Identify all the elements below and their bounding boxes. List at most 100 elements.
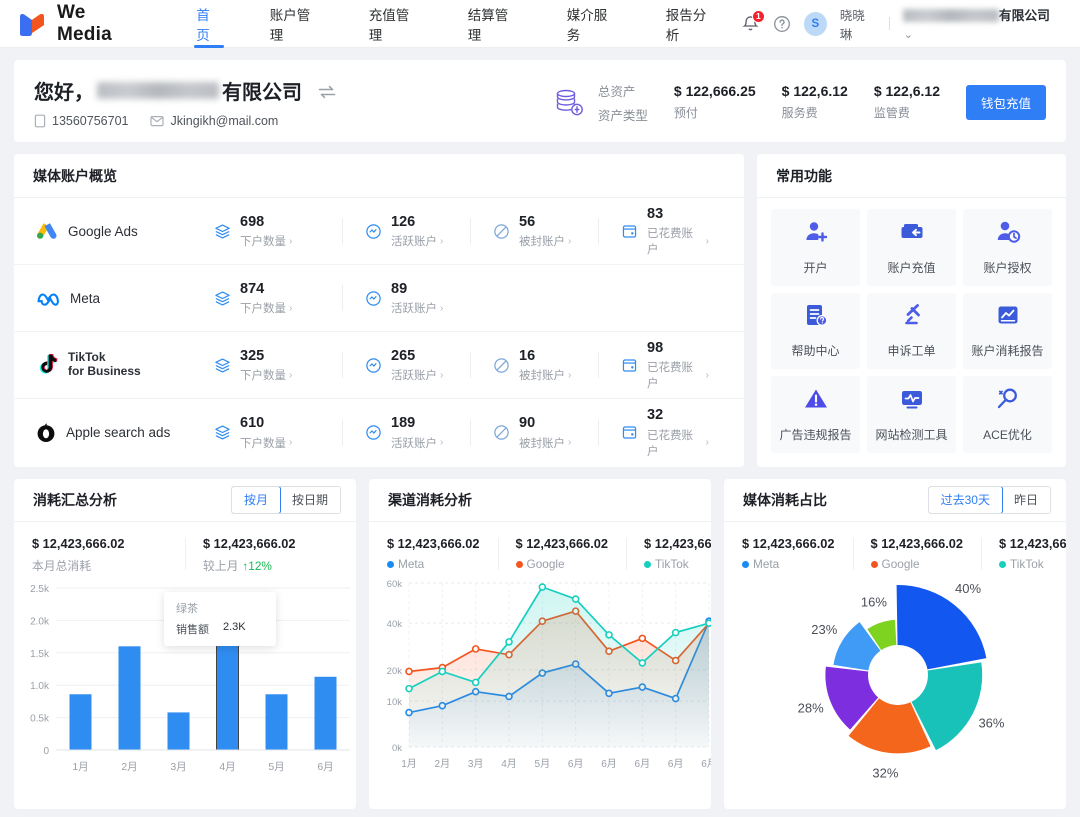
func-open-account[interactable]: 开户	[771, 209, 860, 286]
stat-sub-accounts[interactable]: 698 下户数量 ›	[214, 213, 342, 249]
stat-value: 56	[519, 213, 536, 230]
consumption-period-toggle: 按月 按日期	[230, 485, 341, 515]
svg-text:6月: 6月	[601, 758, 617, 770]
func-account-recharge[interactable]: 账户充值	[867, 209, 956, 286]
stat-active-accounts[interactable]: 126 活跃账户 ›	[342, 213, 470, 249]
greeting-company-suffix: 有限公司	[222, 82, 302, 104]
func-account-authorization[interactable]: 账户授权	[963, 209, 1052, 286]
brand-logo-area[interactable]: We Media	[18, 2, 142, 46]
stat-label: 被封账户 ›	[519, 235, 572, 249]
stat-sub-accounts[interactable]: 610 下户数量 ›	[214, 414, 342, 450]
func-label: 开户	[803, 260, 828, 275]
stat-spent-accounts[interactable]: 32 已花费账户 ›	[598, 406, 726, 458]
func-appeal-ticket[interactable]: 申诉工单	[867, 292, 956, 370]
func-ace-optimization[interactable]: ACE优化	[963, 376, 1052, 453]
func-label: 网站检测工具	[875, 428, 948, 443]
table-row: TikTok for Business 325 下户数量 › 265 活跃账户 …	[14, 332, 744, 399]
nav-tab-report-analysis[interactable]: 报告分析	[642, 0, 741, 48]
func-account-spend-report[interactable]: 账户消耗报告	[963, 292, 1052, 370]
svg-text:0: 0	[43, 746, 49, 757]
chevron-right-icon: ›	[705, 235, 709, 247]
svg-text:40k: 40k	[387, 619, 403, 630]
magnifier-spark-icon	[995, 386, 1021, 417]
stat-banned-accounts[interactable]: 90 被封账户 ›	[470, 414, 598, 450]
seg-yesterday[interactable]: 昨日	[1001, 486, 1050, 514]
media-share-card: 媒体消耗占比 过去30天 昨日 $ 12,423,666.02 Meta $ 1…	[724, 479, 1066, 809]
layers-icon	[214, 290, 231, 307]
media-share-header: 媒体消耗占比 过去30天 昨日	[724, 479, 1066, 522]
stat-banned-accounts[interactable]: 56 被封账户 ›	[470, 213, 598, 249]
kpi-label: Google	[515, 557, 609, 571]
kpi-label: TikTok	[644, 557, 711, 571]
kpi-label: TikTok	[999, 557, 1066, 571]
func-help-center[interactable]: 帮助中心	[771, 292, 860, 370]
nav-right-area: 1 S 晓晓琳 ██████有限公司 ⌄	[741, 5, 1062, 43]
nav-tab-recharge-management[interactable]: 充值管理	[345, 0, 444, 48]
stat-active-accounts[interactable]: 265 活跃账户 ›	[342, 347, 470, 383]
kpi-value: $ 12,423,666.02	[742, 536, 835, 551]
stat-sub-accounts[interactable]: 874 下户数量 ›	[214, 280, 342, 316]
activity-icon	[365, 290, 382, 307]
chevron-right-icon: ›	[705, 437, 709, 449]
notification-bell-button[interactable]: 1	[741, 9, 765, 34]
svg-text:36%: 36%	[978, 715, 1004, 730]
nav-tab-home[interactable]: 首页	[172, 0, 246, 48]
stat-label: 已花费账户 ›	[647, 362, 709, 391]
media-brand-label: Meta	[70, 290, 101, 306]
media-share-rose-chart[interactable]: 40% 36% 32% 28% 23% 16%	[724, 575, 1066, 809]
switch-company-icon[interactable]	[317, 83, 337, 99]
media-stats-meta: 874 下户数量 › 89 活跃账户 ›	[214, 280, 726, 316]
func-ad-violation-report[interactable]: 广告违规报告	[771, 376, 860, 453]
legend-dot-meta	[742, 560, 749, 568]
email-address: Jkingikh@mail.com	[170, 114, 279, 128]
media-rows-scroll-area[interactable]: Google Ads 698 下户数量 › 126 活跃账户 › 56 被封账户…	[14, 198, 744, 467]
svg-text:23%: 23%	[811, 622, 837, 637]
seg-by-month[interactable]: 按月	[231, 486, 281, 514]
media-brand-label: Apple search ads	[66, 425, 171, 440]
legend-dot-tiktok	[644, 560, 652, 568]
stat-active-accounts[interactable]: 89 活跃账户 ›	[342, 280, 470, 316]
stat-banned-accounts[interactable]: 16 被封账户 ›	[470, 347, 598, 383]
channel-line-chart[interactable]: 0k 10k 20k 40k 60k 1月 2月 3月 4月 5月 6月 6月 6月 6月 6月	[369, 575, 711, 809]
greeting-company-redacted: ████████	[97, 82, 219, 99]
seg-last-30-days[interactable]: 过去30天	[928, 486, 1003, 514]
stat-active-accounts[interactable]: 189 活跃账户 ›	[342, 414, 470, 450]
kpi-value: $ 12,423,666.02	[999, 536, 1066, 551]
company-selector[interactable]: ██████有限公司 ⌄	[902, 5, 1058, 43]
nav-tab-settlement-management[interactable]: 结算管理	[444, 0, 543, 48]
asset-prepaid-label: 预付	[673, 106, 698, 120]
help-question-icon[interactable]	[773, 15, 791, 33]
stat-value: 265	[391, 347, 416, 364]
consumption-bar-chart[interactable]: 0 0.5k 1.0k 1.5k 2.0k 2.5k 1月 2月 3月 4月 5月 6月 绿茶 销售额…	[14, 578, 356, 809]
wallet-recharge-icon	[899, 219, 925, 250]
media-share-period-toggle: 过去30天 昨日	[927, 485, 1051, 515]
svg-text:6月: 6月	[568, 758, 584, 770]
stat-spent-accounts[interactable]: 83 已花费账户 ›	[598, 205, 726, 257]
ban-icon	[493, 424, 510, 441]
chevron-right-icon: ›	[289, 235, 293, 247]
stat-sub-accounts[interactable]: 325 下户数量 ›	[214, 347, 342, 383]
stat-spent-accounts[interactable]: 98 已花费账户 ›	[598, 339, 726, 391]
tiktok-icon	[39, 354, 58, 374]
ban-icon	[493, 223, 510, 240]
common-functions-title: 常用功能	[776, 167, 832, 184]
media-stats-tiktok: 325 下户数量 › 265 活跃账户 › 16 被封账户 › 98 已花费账户…	[214, 339, 726, 391]
func-website-detection-tool[interactable]: 网站检测工具	[867, 376, 956, 453]
asset-prepaid-value: $ 122,666.25	[673, 83, 756, 99]
wallet-recharge-button[interactable]: 钱包充值	[965, 84, 1046, 120]
kpi-value: $ 12,423,666.02	[870, 536, 964, 551]
nav-tab-account-management[interactable]: 账户管理	[246, 0, 345, 48]
func-label: 帮助中心	[791, 344, 840, 359]
stat-label: 被封账户 ›	[519, 369, 572, 383]
nav-tab-media-service[interactable]: 媒介服务	[543, 0, 642, 48]
tooltip-row: 销售额 2.3K	[176, 621, 264, 637]
avatar[interactable]: S	[803, 11, 827, 36]
media-brand-label: TikTok for Business	[68, 350, 141, 378]
chevron-right-icon: ›	[440, 369, 444, 381]
svg-text:4月: 4月	[219, 761, 235, 773]
svg-text:6月: 6月	[317, 761, 333, 773]
svg-text:2月: 2月	[435, 758, 451, 770]
svg-text:10k: 10k	[387, 697, 403, 708]
seg-by-date[interactable]: 按日期	[279, 486, 340, 514]
wallet-icon	[621, 223, 638, 240]
